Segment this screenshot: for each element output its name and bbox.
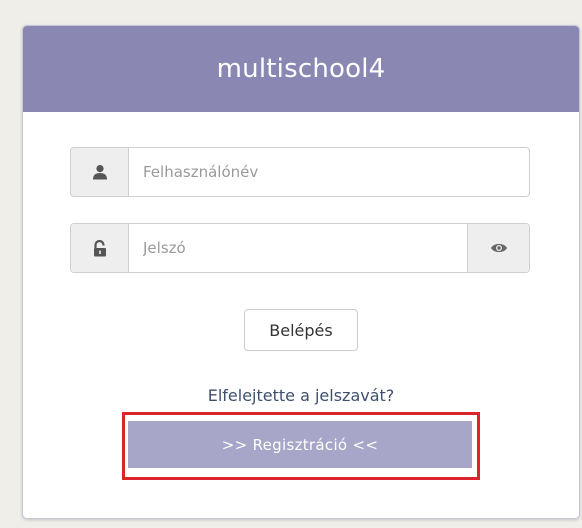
password-input-group <box>70 223 530 273</box>
forgot-password-link[interactable]: Elfelejtette a jelszavát? <box>23 386 579 405</box>
password-input[interactable] <box>129 224 467 272</box>
username-input-group <box>70 147 530 197</box>
user-icon <box>71 148 129 196</box>
unlock-icon <box>71 224 129 272</box>
login-button[interactable]: Belépés <box>244 309 358 351</box>
register-button[interactable]: >> Regisztráció << <box>128 421 472 468</box>
username-input[interactable] <box>129 148 529 196</box>
login-card: multischool4 Belépés El <box>22 25 580 519</box>
app-title: multischool4 <box>216 54 386 84</box>
card-header: multischool4 <box>23 26 579 112</box>
eye-icon[interactable] <box>467 224 529 272</box>
